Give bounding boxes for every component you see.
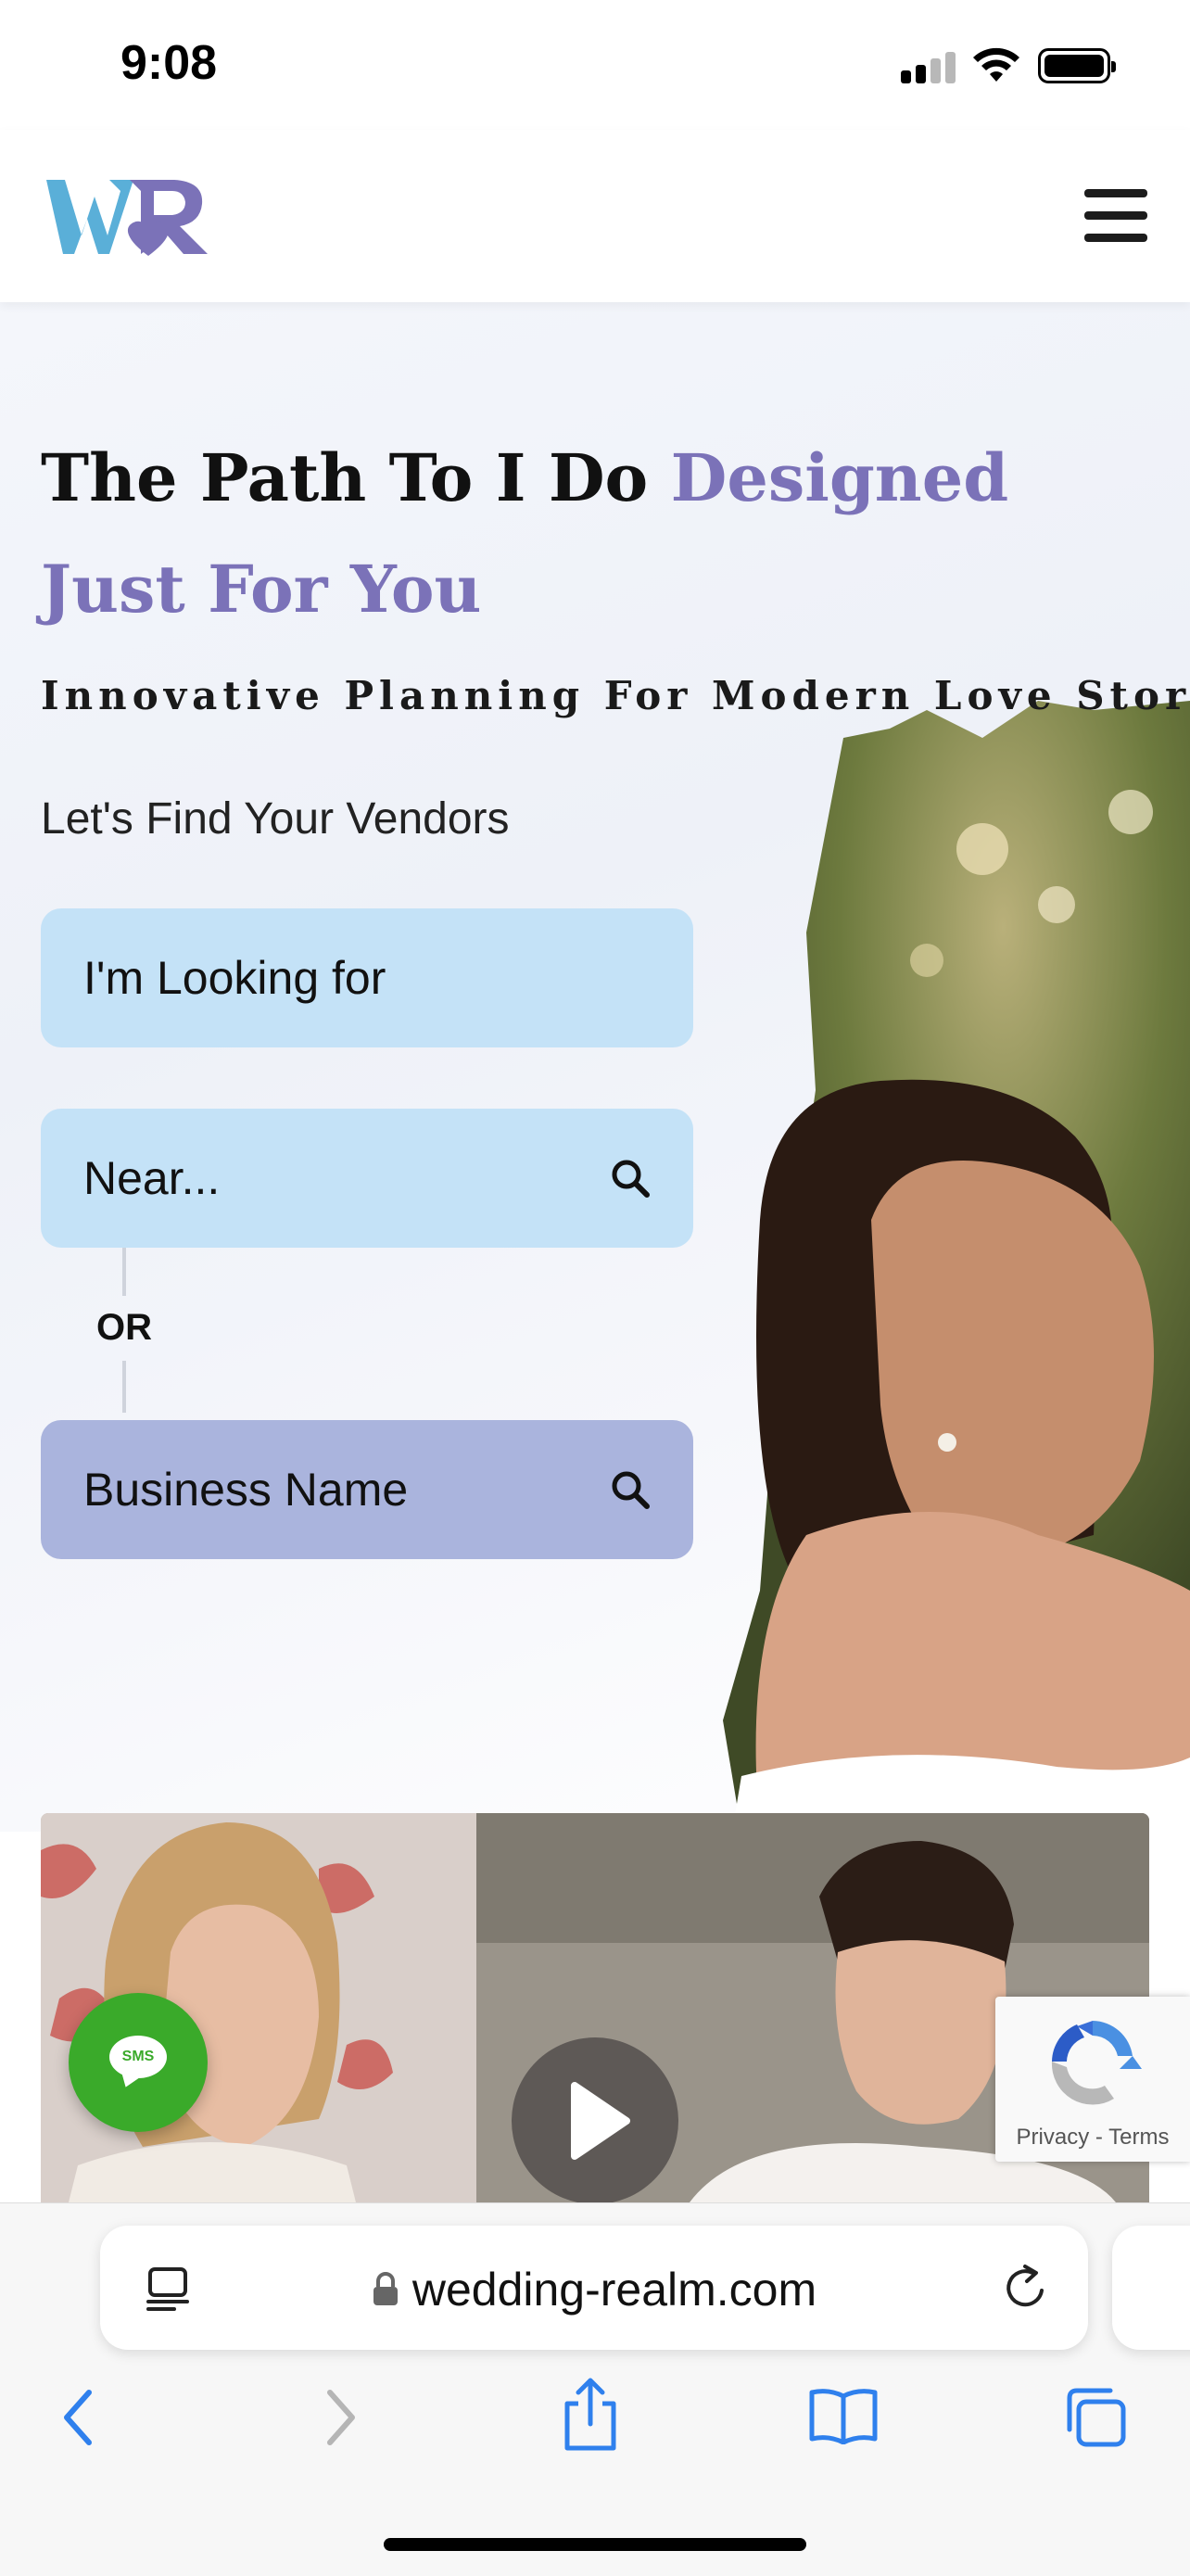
video-player[interactable] [41, 1813, 1149, 2202]
battery-icon [1038, 48, 1116, 83]
wedding-realm-logo[interactable] [44, 171, 211, 263]
home-indicator [384, 2538, 806, 2551]
headline-main: The Path To I Do [41, 439, 671, 516]
recaptcha-privacy-link[interactable]: Privacy [1017, 2125, 1090, 2150]
near-placeholder: Near... [83, 1152, 221, 1204]
url-display[interactable]: wedding-realm.com [100, 2263, 1088, 2316]
next-tab-preview[interactable] [1112, 2226, 1190, 2350]
hero-section: The Path To I Do Designed Just For You I… [0, 302, 1190, 1832]
wifi-icon [973, 47, 1019, 82]
recaptcha-separator: - [1089, 2125, 1109, 2150]
sms-label: SMS [121, 2049, 155, 2064]
tabs-icon[interactable] [1062, 2385, 1129, 2450]
bride-photo [723, 701, 1190, 1832]
reload-icon[interactable] [1001, 2263, 1051, 2313]
vendor-category-select[interactable]: I'm Looking for [41, 908, 693, 1047]
forward-arrow-icon[interactable] [317, 2385, 363, 2450]
near-location-input[interactable]: Near... [41, 1109, 693, 1248]
sms-chat-button[interactable]: SMS [69, 1993, 208, 2132]
hamburger-menu-icon[interactable] [1084, 189, 1149, 243]
hero-tagline: Innovative Planning For Modern Love Stor… [41, 673, 1190, 718]
share-icon[interactable] [558, 2376, 623, 2454]
find-vendors-label: Let's Find Your Vendors [41, 794, 510, 844]
address-bar[interactable]: wedding-realm.com [100, 2226, 1088, 2350]
site-header [0, 130, 1190, 302]
recaptcha-icon [1051, 2021, 1142, 2105]
or-divider-line [122, 1248, 126, 1296]
play-button[interactable] [512, 2037, 678, 2202]
browser-toolbar: wedding-realm.com [0, 2202, 1190, 2576]
status-bar: 9:08 [0, 0, 1190, 130]
business-name-input[interactable]: Business Name [41, 1420, 693, 1559]
bookmarks-icon[interactable] [808, 2385, 879, 2444]
url-text: wedding-realm.com [411, 2264, 817, 2316]
cellular-signal-icon [901, 52, 956, 83]
back-arrow-icon[interactable] [56, 2385, 102, 2450]
hero-headline: The Path To I Do Designed Just For You [41, 423, 1171, 645]
recaptcha-badge[interactable]: Privacy - Terms [995, 1997, 1190, 2162]
lock-icon [373, 2272, 398, 2305]
or-divider-line [122, 1361, 126, 1413]
or-divider: OR [96, 1307, 152, 1348]
vendor-category-label: I'm Looking for [83, 952, 386, 1004]
business-placeholder: Business Name [83, 1464, 409, 1516]
recaptcha-terms-link[interactable]: Terms [1108, 2125, 1169, 2150]
status-time: 9:08 [120, 36, 218, 90]
search-icon[interactable] [608, 1467, 652, 1512]
play-icon [571, 2082, 630, 2160]
recaptcha-links: Privacy - Terms [995, 2125, 1190, 2151]
search-icon[interactable] [608, 1156, 652, 1200]
